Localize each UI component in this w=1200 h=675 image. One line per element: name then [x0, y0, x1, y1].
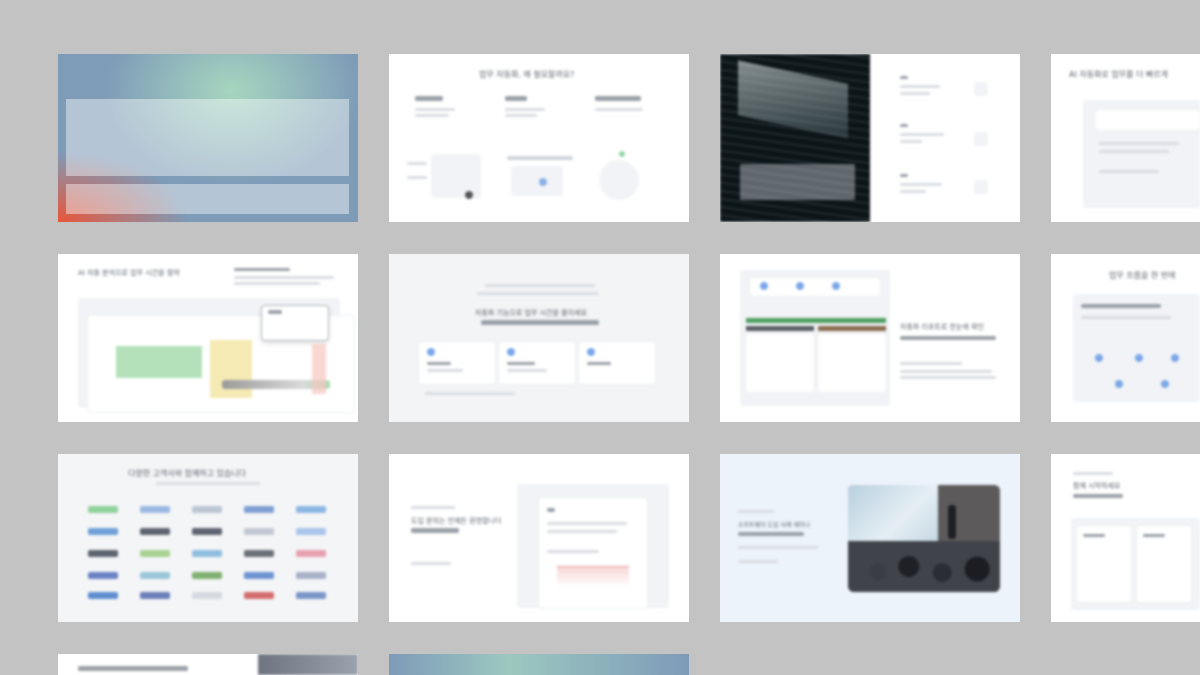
slide-cover-gradient[interactable] [58, 54, 358, 222]
slide-edge-bottom-right[interactable]: 함께 시작하세요 [1051, 454, 1200, 622]
yellow-column [210, 340, 252, 398]
slide-data-visual[interactable] [720, 54, 1020, 222]
seminar-photo [848, 485, 1000, 592]
slide-heading: 자동화 기능으로 업무 시간을 줄이세요 [475, 309, 587, 317]
slide-heading: AI 자동화로 업무를 더 빠르게 [1069, 70, 1168, 79]
slide-spreadsheet[interactable]: AI 자동 분석으로 업무 시간을 절약 [58, 254, 358, 422]
green-cells [116, 346, 202, 378]
slide-text-document[interactable]: 도입 문의는 언제든 환영합니다 [389, 454, 689, 622]
title-placeholder-box [66, 99, 349, 176]
slide-logo-wall[interactable]: 다양한 고객사와 함께하고 있습니다 [58, 454, 358, 622]
slide-report-table[interactable]: 자동화 리포트로 한눈에 확인 [720, 254, 1020, 422]
slide-heading: 소프트웨어 도입 사례 세미나 [738, 522, 810, 529]
slide-heading: 다양한 고객사와 함께하고 있습니다 [128, 469, 247, 478]
slide-heading: 업무 흐름을 한 번에 [1109, 271, 1176, 280]
slide-three-columns[interactable]: 업무 자동화, 왜 필요할까요? [389, 54, 689, 222]
subtitle-placeholder-box [66, 184, 349, 214]
slide-edge-middle-right[interactable]: 업무 흐름을 한 번에 [1051, 254, 1200, 422]
slide-heading: AI 자동 분석으로 업무 시간을 절약 [78, 269, 180, 277]
slide-heading: 자동화 리포트로 한눈에 확인 [900, 323, 984, 331]
slide-partial-gradient[interactable] [389, 654, 689, 675]
slide-edge-top-right[interactable]: AI 자동화로 업무를 더 빠르게 [1051, 54, 1200, 222]
slide-heading: 함께 시작하세요 [1073, 482, 1121, 490]
slide-partial-white[interactable] [58, 654, 358, 675]
slide-heading: 도입 문의는 언제든 환영합니다 [411, 517, 502, 525]
slide-three-cards[interactable]: 자동화 기능으로 업무 시간을 줄이세요 [389, 254, 689, 422]
slide-event-photo[interactable]: 소프트웨어 도입 사례 세미나 [720, 454, 1020, 622]
dark-wave-image [720, 54, 870, 222]
green-header [746, 318, 886, 323]
slide-heading: 업무 자동화, 왜 필요할까요? [479, 70, 575, 79]
